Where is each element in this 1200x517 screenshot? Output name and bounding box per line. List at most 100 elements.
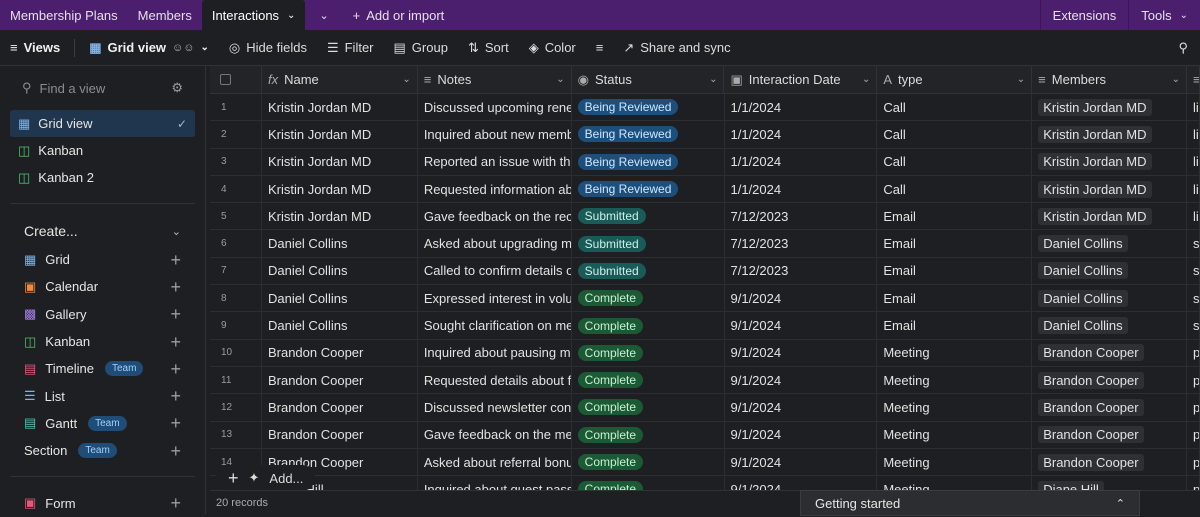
date-cell[interactable]: 7/12/2023 — [725, 230, 878, 257]
notes-cell[interactable]: Gave feedback on the mem... — [418, 421, 572, 448]
type-cell[interactable]: Meeting — [877, 421, 1033, 448]
status-cell[interactable]: Complete — [572, 312, 725, 339]
plus-icon[interactable]: + — [170, 305, 181, 323]
status-cell[interactable]: Submitted — [572, 203, 725, 230]
create-gallery[interactable]: ▩ Gallery + — [0, 301, 205, 328]
members-cell[interactable]: Kristin Jordan MD — [1032, 203, 1188, 230]
linked-cell[interactable]: sn — [1187, 285, 1200, 312]
notes-cell[interactable]: Asked about referral bonus... — [418, 448, 572, 476]
table-row[interactable]: 13 Brandon Cooper Gave feedback on the mem… — [210, 421, 1200, 449]
row-number[interactable]: 4 — [210, 175, 262, 203]
plus-icon[interactable]: + — [170, 360, 181, 378]
view-item-kanban-2[interactable]: ◫ Kanban 2 — [10, 164, 195, 191]
date-cell[interactable]: 1/1/2024 — [725, 148, 878, 175]
members-cell[interactable]: Kristin Jordan MD — [1032, 148, 1188, 175]
chevron-down-icon[interactable]: ⌄ — [862, 74, 870, 85]
notes-cell[interactable]: Called to confirm details of... — [418, 257, 572, 285]
plus-icon[interactable]: + — [170, 278, 181, 296]
getting-started-panel[interactable]: Getting started ⌃ — [800, 490, 1140, 516]
status-cell[interactable]: Complete — [572, 339, 725, 366]
type-cell[interactable]: Email — [877, 230, 1033, 257]
find-view-input[interactable]: Find a view — [40, 81, 106, 96]
plus-icon[interactable]: + — [170, 333, 181, 351]
table-row[interactable]: 6 Daniel Collins Asked about upgrading me.… — [210, 230, 1200, 258]
row-number[interactable]: 13 — [210, 421, 262, 448]
notes-cell[interactable]: Discussed newsletter conte... — [418, 394, 572, 421]
row-number[interactable]: 10 — [210, 339, 262, 366]
row-number[interactable]: 6 — [210, 230, 262, 257]
group-button[interactable]: ▤ Group — [384, 40, 458, 56]
type-cell[interactable]: Email — [877, 312, 1033, 339]
create-calendar[interactable]: ▣ Calendar + — [0, 273, 205, 300]
name-cell[interactable]: Kristin Jordan MD — [262, 175, 418, 203]
table-row[interactable]: 9 Daniel Collins Sought clarification on m… — [210, 312, 1200, 340]
type-cell[interactable]: Meeting — [877, 476, 1033, 490]
date-cell[interactable]: 1/1/2024 — [725, 175, 878, 203]
type-cell[interactable]: Email — [877, 257, 1033, 285]
more-tabs-chevron-icon[interactable]: ⌄ — [305, 0, 342, 30]
name-cell[interactable]: Daniel Collins — [262, 285, 418, 312]
add-label[interactable]: Add... — [269, 471, 303, 486]
table-row[interactable]: 5 Kristin Jordan MD Gave feedback on the r… — [210, 203, 1200, 231]
chevron-down-icon[interactable]: ⌄ — [556, 74, 564, 85]
table-row[interactable]: 11 Brandon Cooper Requested details about … — [210, 366, 1200, 395]
status-cell[interactable]: Complete — [572, 366, 725, 394]
type-cell[interactable]: Call — [877, 175, 1033, 203]
table-row[interactable]: 10 Brandon Cooper Inquired about pausing m… — [210, 339, 1200, 367]
name-cell[interactable]: Kristin Jordan MD — [262, 203, 418, 230]
date-cell[interactable]: 7/12/2023 — [725, 257, 878, 285]
status-cell[interactable]: Complete — [572, 476, 725, 490]
linked-cell[interactable]: sn — [1187, 230, 1200, 257]
type-cell[interactable]: Meeting — [877, 394, 1033, 421]
chevron-down-icon[interactable]: ⌄ — [1017, 74, 1025, 85]
linked-cell[interactable]: pe — [1187, 476, 1200, 490]
column-header-next[interactable]: ≡ — [1187, 66, 1200, 93]
status-cell[interactable]: Being Reviewed — [572, 94, 725, 121]
members-cell[interactable]: Brandon Cooper — [1032, 421, 1188, 448]
date-cell[interactable]: 1/1/2024 — [725, 121, 878, 148]
row-height-button[interactable]: ≡ — [586, 40, 614, 55]
sort-button[interactable]: ⇅ Sort — [458, 40, 519, 56]
date-cell[interactable]: 9/1/2024 — [725, 339, 878, 366]
plus-icon[interactable]: + — [170, 442, 181, 460]
members-cell[interactable]: Brandon Cooper — [1032, 339, 1188, 366]
notes-cell[interactable]: Expressed interest in volunt... — [418, 285, 572, 312]
linked-cell[interactable]: lis — [1187, 175, 1200, 203]
tab-members[interactable]: Members — [128, 0, 202, 30]
notes-cell[interactable]: Reported an issue with the ... — [418, 148, 572, 175]
name-cell[interactable]: Daniel Collins — [262, 312, 418, 339]
tab-interactions[interactable]: Interactions ⌄ — [201, 0, 306, 30]
notes-cell[interactable]: Discussed upcoming renew... — [418, 94, 572, 121]
table-row[interactable]: 3 Kristin Jordan MD Reported an issue with… — [210, 148, 1200, 176]
notes-cell[interactable]: Sought clarification on me... — [418, 312, 572, 339]
members-cell[interactable]: Daniel Collins — [1032, 230, 1188, 257]
notes-cell[interactable]: Gave feedback on the rece... — [418, 203, 572, 230]
members-cell[interactable]: Daniel Collins — [1032, 312, 1188, 339]
date-cell[interactable]: 9/1/2024 — [725, 448, 878, 476]
name-cell[interactable]: Kristin Jordan MD — [262, 148, 418, 175]
plus-icon[interactable]: + — [228, 468, 239, 489]
table-row[interactable]: 7 Daniel Collins Called to confirm details… — [210, 257, 1200, 286]
create-kanban[interactable]: ◫ Kanban + — [0, 328, 205, 355]
status-cell[interactable]: Complete — [572, 285, 725, 312]
status-cell[interactable]: Complete — [572, 448, 725, 476]
status-cell[interactable]: Being Reviewed — [572, 121, 725, 148]
find-view-search[interactable]: ⚲ Find a view ⚙ — [0, 66, 205, 110]
table-row[interactable]: 12 Brandon Cooper Discussed newsletter con… — [210, 394, 1200, 422]
linked-cell[interactable]: pe — [1187, 366, 1200, 394]
date-cell[interactable]: 7/12/2023 — [725, 203, 878, 230]
status-cell[interactable]: Being Reviewed — [572, 148, 725, 175]
create-grid[interactable]: ▦ Grid + — [0, 246, 205, 273]
share-and-sync-button[interactable]: ↗ Share and sync — [613, 40, 740, 56]
status-cell[interactable]: Submitted — [572, 230, 725, 257]
table-row[interactable]: 15Diane HillInquired about guest passe..… — [210, 476, 1200, 490]
members-cell[interactable]: Diane Hill — [1032, 476, 1188, 490]
linked-cell[interactable]: sn — [1187, 257, 1200, 285]
members-cell[interactable]: Daniel Collins — [1032, 257, 1188, 285]
row-number[interactable]: 1 — [210, 94, 262, 121]
row-number[interactable]: 3 — [210, 148, 262, 175]
hide-fields-button[interactable]: ◎ Hide fields — [219, 40, 317, 56]
notes-cell[interactable]: Asked about upgrading me... — [418, 230, 572, 257]
date-cell[interactable]: 9/1/2024 — [725, 366, 878, 394]
row-number[interactable]: 2 — [210, 121, 262, 148]
